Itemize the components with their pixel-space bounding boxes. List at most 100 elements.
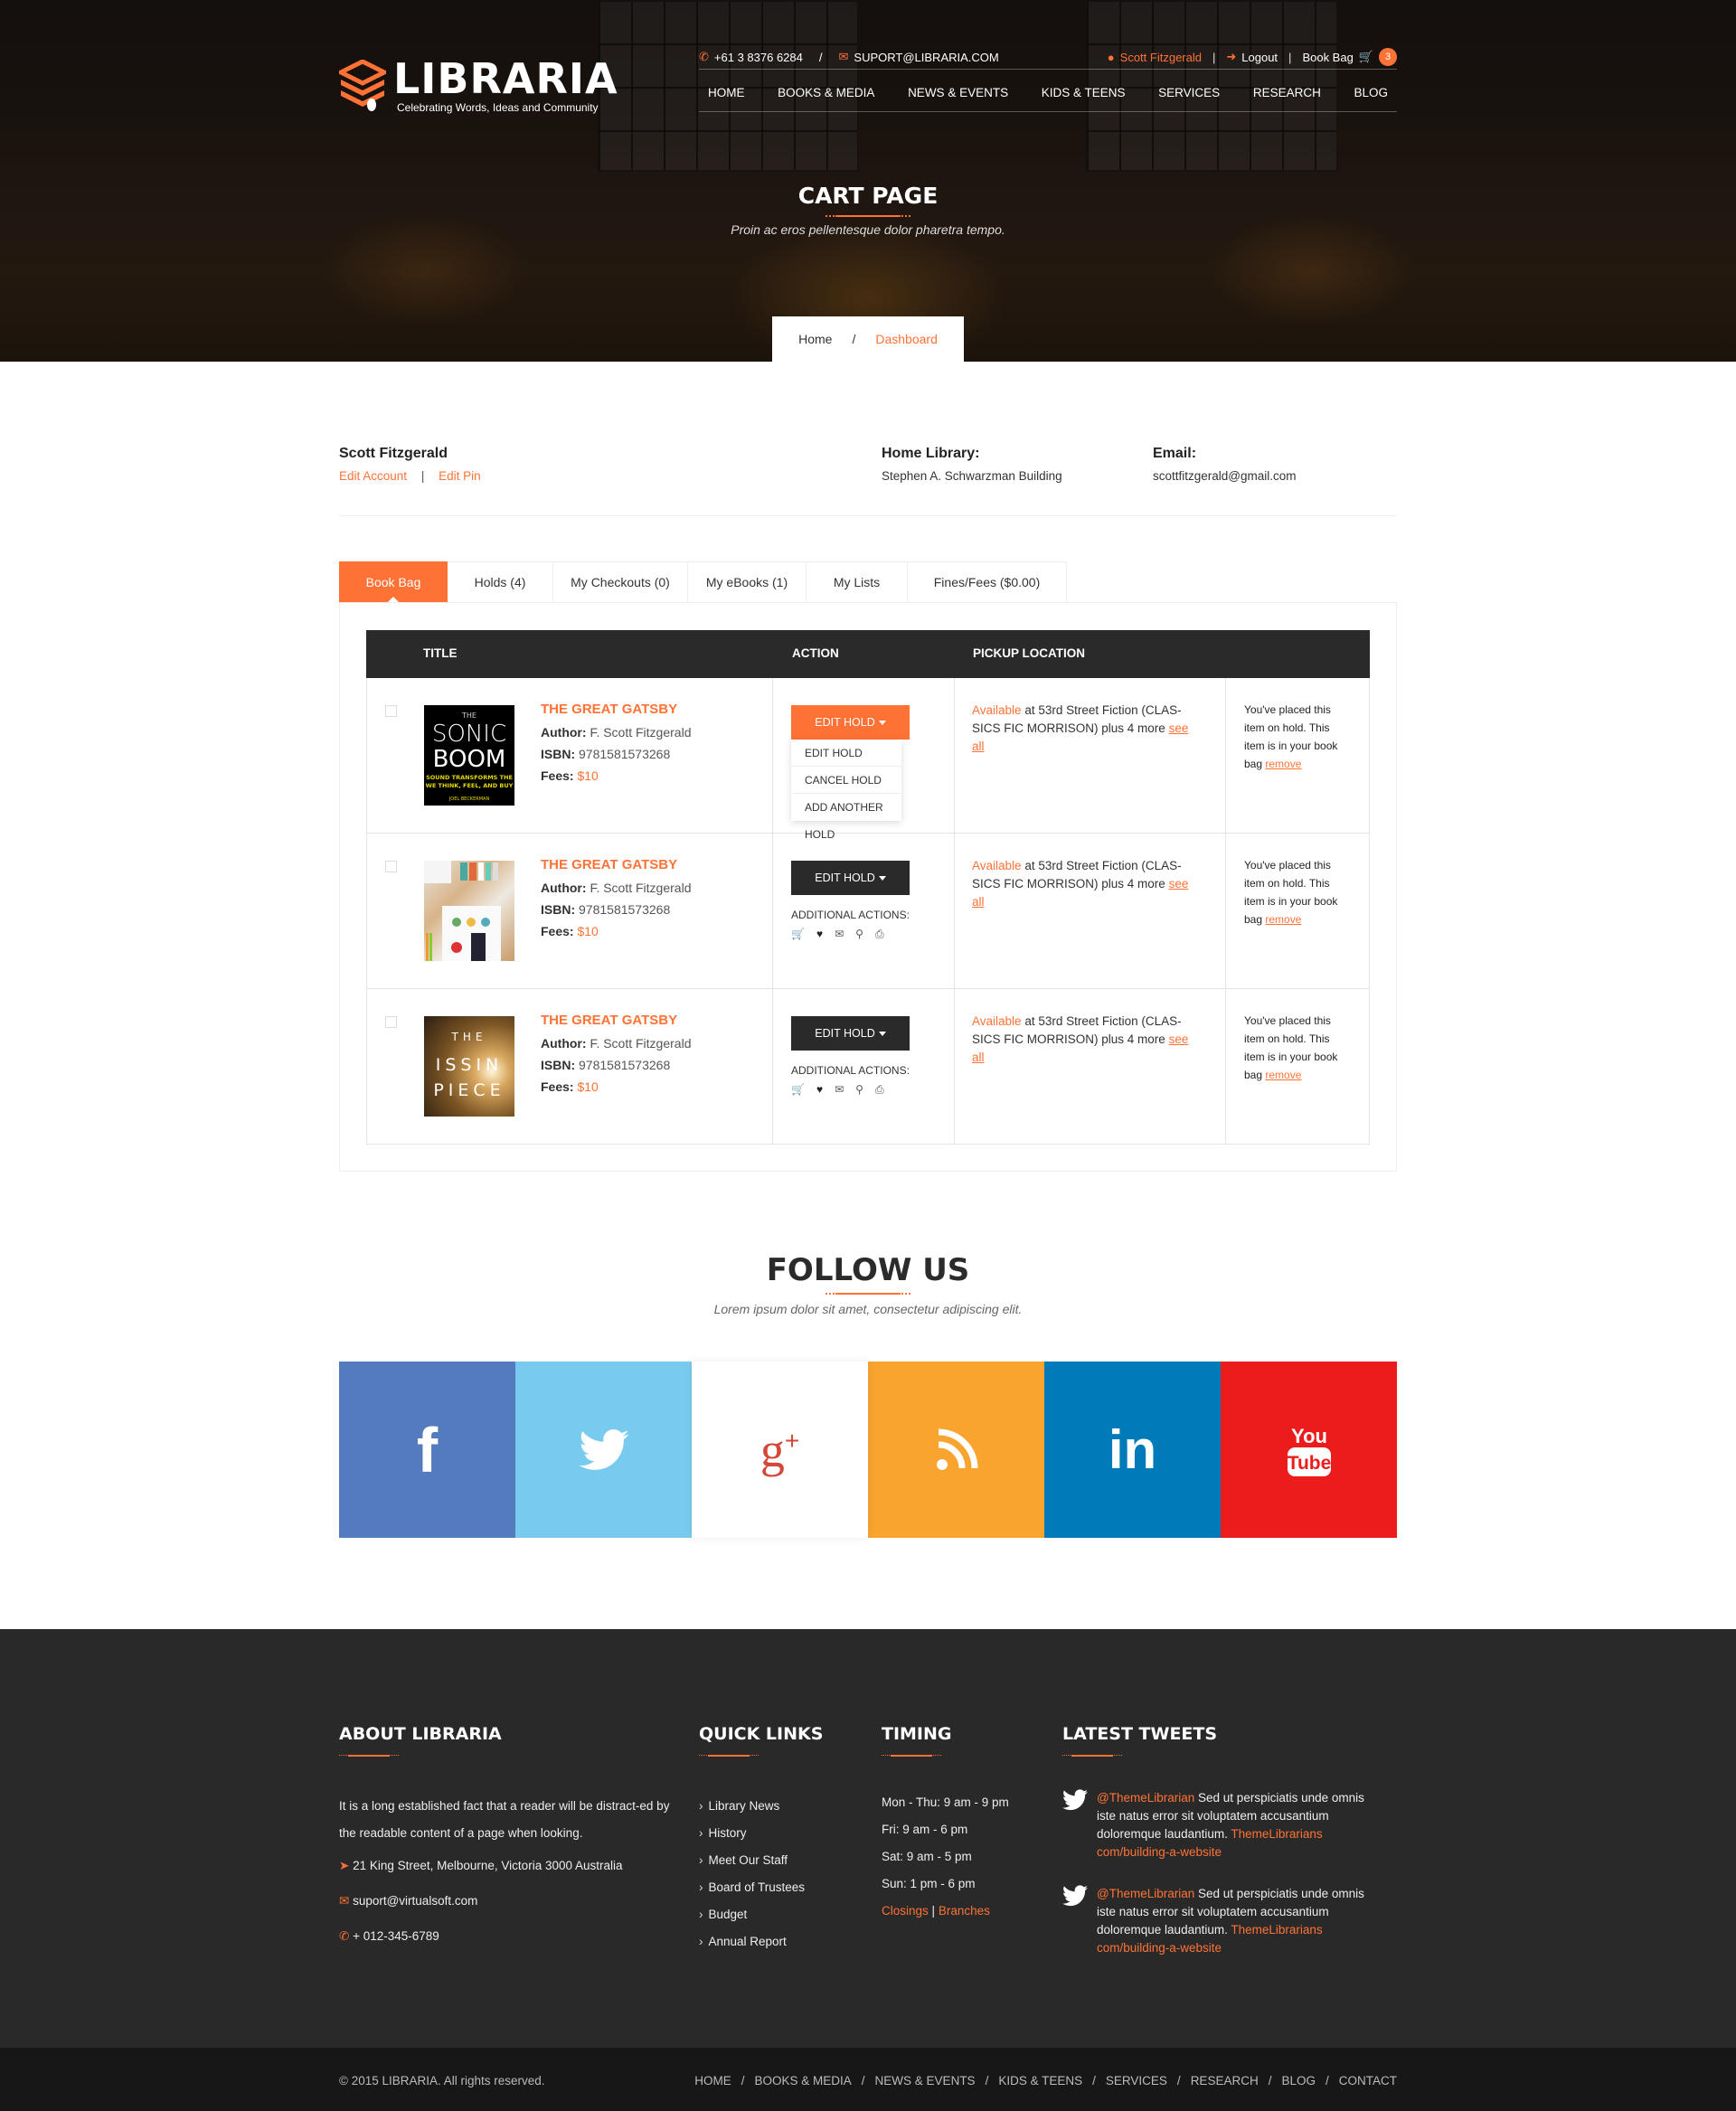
- print-icon[interactable]: ⎙: [875, 1083, 884, 1097]
- svg-text:SONIC: SONIC: [432, 721, 506, 748]
- quick-link[interactable]: › History: [699, 1820, 853, 1847]
- linkedin-link[interactable]: in: [1044, 1362, 1221, 1538]
- quick-link[interactable]: › Library News: [699, 1793, 853, 1820]
- quick-link[interactable]: › Annual Report: [699, 1928, 853, 1956]
- chevron-right-icon: ›: [699, 1908, 703, 1921]
- page-title: CART PAGE: [797, 183, 939, 209]
- footer-nav-home[interactable]: HOME: [694, 2074, 731, 2087]
- breadcrumb: Home / Dashboard: [772, 316, 964, 362]
- edit-pin-link[interactable]: Edit Pin: [439, 469, 481, 483]
- top-contact-bar: ✆ +61 3 8376 6284 / ✉ SUPORT@LIBRARIA.CO…: [699, 43, 1397, 71]
- tab-my-checkouts[interactable]: My Checkouts (0): [553, 561, 688, 603]
- heart-icon[interactable]: ♥: [816, 928, 823, 941]
- separator: |: [420, 469, 425, 483]
- user-icon: ●: [1107, 50, 1115, 64]
- nav-kids-teens[interactable]: KIDS & TEENS: [1042, 86, 1126, 99]
- branches-link[interactable]: Branches: [939, 1904, 990, 1918]
- dropdown-edit-hold[interactable]: EDIT HOLD: [791, 740, 901, 767]
- print-icon[interactable]: ⎙: [875, 928, 884, 941]
- separator: /: [1325, 2074, 1329, 2087]
- heading-divider: [1062, 1755, 1122, 1757]
- user-name-link[interactable]: Scott Fitzgerald: [1120, 51, 1202, 64]
- table-row: THE SONIC BOOM SOUND TRANSFORMS THE WE T…: [366, 678, 1370, 841]
- footer-nav-services[interactable]: SERVICES: [1106, 2074, 1167, 2087]
- book-cover[interactable]: [424, 861, 514, 961]
- quick-link[interactable]: › Budget: [699, 1901, 853, 1928]
- footer-nav-blog[interactable]: BLOG: [1281, 2074, 1316, 2087]
- row-checkbox[interactable]: [385, 861, 397, 872]
- book-title[interactable]: THE GREAT GATSBY: [541, 857, 691, 872]
- footer-nav-kids-teens[interactable]: KIDS & TEENS: [998, 2074, 1082, 2087]
- site-logo[interactable]: LIBRARIA Celebrating Words, Ideas and Co…: [335, 56, 618, 114]
- book-title[interactable]: THE GREAT GATSBY: [541, 1013, 691, 1028]
- tweet-handle[interactable]: @ThemeLibrarian: [1097, 1887, 1194, 1900]
- tweet-handle[interactable]: @ThemeLibrarian: [1097, 1791, 1194, 1805]
- twitter-link[interactable]: [515, 1362, 692, 1538]
- edit-hold-label: EDIT HOLD: [815, 1027, 875, 1040]
- search-icon[interactable]: ⚲: [855, 1083, 863, 1097]
- footer-nav-contact[interactable]: CONTACT: [1339, 2074, 1397, 2087]
- envelope-icon: ✉: [339, 1894, 350, 1908]
- footer-nav-research[interactable]: RESEARCH: [1191, 2074, 1259, 2087]
- footer-email[interactable]: suport@virtualsoft.com: [353, 1894, 477, 1908]
- book-cover[interactable]: THE SONIC BOOM SOUND TRANSFORMS THE WE T…: [424, 705, 514, 806]
- nav-news-events[interactable]: NEWS & EVENTS: [908, 86, 1008, 99]
- book-bag-link[interactable]: Book Bag: [1302, 51, 1353, 64]
- chevron-right-icon: ›: [699, 1853, 703, 1867]
- book-title[interactable]: THE GREAT GATSBY: [541, 702, 691, 717]
- header-phone[interactable]: +61 3 8376 6284: [714, 51, 803, 64]
- nav-research[interactable]: RESEARCH: [1253, 86, 1321, 99]
- remove-link[interactable]: remove: [1265, 758, 1301, 770]
- cart-icon[interactable]: 🛒: [791, 1083, 805, 1097]
- nav-books-media[interactable]: BOOKS & MEDIA: [778, 86, 874, 99]
- edit-account-link[interactable]: Edit Account: [339, 469, 407, 483]
- cart-icon[interactable]: 🛒: [791, 928, 805, 941]
- closings-link[interactable]: Closings: [882, 1904, 929, 1918]
- remove-link[interactable]: remove: [1265, 913, 1301, 926]
- dropdown-add-another-hold[interactable]: ADD ANOTHER HOLD: [791, 794, 901, 841]
- edit-hold-button[interactable]: EDIT HOLD: [791, 861, 910, 895]
- tab-my-ebooks[interactable]: My eBooks (1): [688, 561, 807, 603]
- search-icon[interactable]: ⚲: [855, 928, 863, 941]
- tab-holds[interactable]: Holds (4): [448, 561, 553, 603]
- youtube-link[interactable]: You Tube: [1221, 1362, 1397, 1538]
- row-checkbox[interactable]: [385, 1016, 397, 1028]
- breadcrumb-home[interactable]: Home: [798, 332, 832, 346]
- heart-icon[interactable]: ♥: [816, 1083, 823, 1097]
- quick-link-label: Meet Our Staff: [708, 1853, 788, 1867]
- tab-fines-fees[interactable]: Fines/Fees ($0.00): [908, 561, 1067, 603]
- nav-blog[interactable]: BLOG: [1354, 86, 1388, 99]
- nav-home[interactable]: HOME: [708, 86, 745, 99]
- footer-nav-news-events[interactable]: NEWS & EVENTS: [875, 2074, 976, 2087]
- author-label: Author:: [541, 1036, 587, 1051]
- quick-link-label: Budget: [708, 1908, 748, 1921]
- rss-link[interactable]: [868, 1362, 1044, 1538]
- quick-link[interactable]: › Board of Trustees: [699, 1874, 853, 1901]
- pickup-location: Available at 53rd Street Fiction (CLAS-S…: [972, 702, 1198, 756]
- twitter-icon: [1062, 1789, 1090, 1861]
- row-checkbox[interactable]: [385, 705, 397, 717]
- remove-link[interactable]: remove: [1265, 1069, 1301, 1081]
- book-cover[interactable]: THE ISSIN PIECE: [424, 1016, 514, 1117]
- facebook-link[interactable]: f: [339, 1362, 515, 1538]
- tab-book-bag[interactable]: Book Bag: [339, 561, 448, 603]
- nav-services[interactable]: SERVICES: [1158, 86, 1220, 99]
- timing-item: Sun: 1 pm - 6 pm: [882, 1877, 976, 1890]
- edit-hold-button[interactable]: EDIT HOLD: [791, 705, 910, 740]
- twitter-icon: [578, 1428, 629, 1470]
- tab-my-lists[interactable]: My Lists: [807, 561, 908, 603]
- footer-nav-books-media[interactable]: BOOKS & MEDIA: [755, 2074, 852, 2087]
- logout-link[interactable]: Logout: [1241, 51, 1278, 64]
- hold-note: You've placed this item on hold. This it…: [1244, 856, 1353, 928]
- edit-hold-button[interactable]: EDIT HOLD: [791, 1016, 910, 1051]
- separator: /: [861, 2074, 865, 2087]
- dropdown-cancel-hold[interactable]: CANCEL HOLD: [791, 767, 901, 794]
- envelope-icon[interactable]: ✉: [835, 928, 844, 941]
- envelope-icon[interactable]: ✉: [835, 1083, 844, 1097]
- google-plus-icon: g+: [760, 1422, 800, 1477]
- account-user: Scott Fitzgerald Edit Account | Edit Pin: [339, 446, 481, 483]
- header-email[interactable]: SUPORT@LIBRARIA.COM: [854, 51, 998, 64]
- edit-hold-label: EDIT HOLD: [815, 716, 875, 729]
- google-plus-link[interactable]: g+: [692, 1362, 868, 1538]
- quick-link[interactable]: › Meet Our Staff: [699, 1847, 853, 1874]
